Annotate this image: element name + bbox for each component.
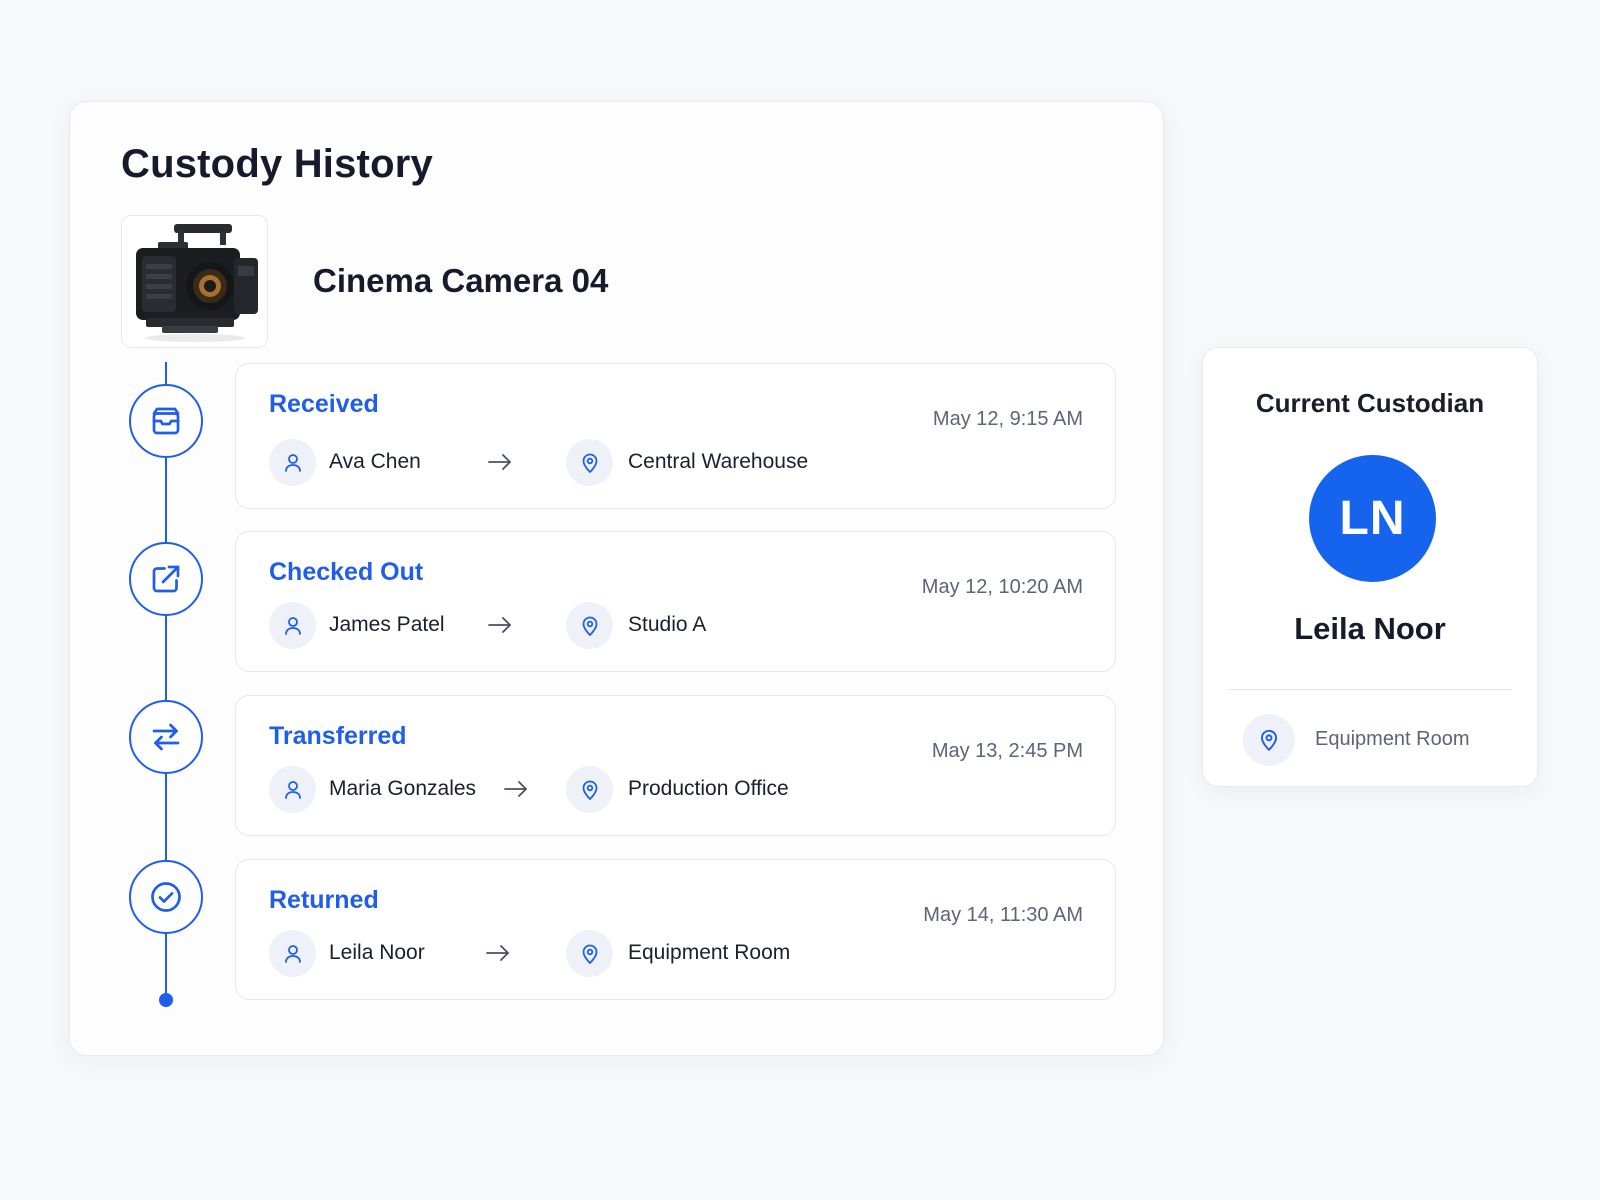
event-timestamp: May 12, 9:15 AM bbox=[932, 408, 1083, 430]
location-pin-icon bbox=[566, 766, 613, 813]
inbox-icon bbox=[152, 407, 180, 435]
location-pin-icon bbox=[566, 930, 613, 977]
person-name: James Patel bbox=[329, 613, 445, 636]
event-transfer-row: Ava Chen Central Warehouse bbox=[269, 439, 1069, 486]
location-name: Equipment Room bbox=[628, 941, 791, 964]
custodian-name: Leila Noor bbox=[1294, 611, 1446, 646]
event-status: Checked Out bbox=[269, 558, 424, 586]
event-card-checked-out[interactable]: Checked Out May 12, 10:20 AM James Patel… bbox=[235, 531, 1116, 672]
event-status: Returned bbox=[269, 886, 379, 914]
timeline-node-checked-out bbox=[129, 542, 203, 616]
arrow-right-icon bbox=[488, 617, 511, 633]
event-card-received[interactable]: Received May 12, 9:15 AM Ava Chen Centra… bbox=[235, 363, 1116, 509]
event-timestamp: May 14, 11:30 AM bbox=[923, 904, 1083, 926]
person-icon bbox=[269, 439, 316, 486]
asset-thumbnail bbox=[121, 215, 268, 348]
page-title: Custody History bbox=[121, 142, 433, 186]
event-transfer-row: James Patel Studio A bbox=[269, 602, 1069, 649]
event-timestamp: May 12, 10:20 AM bbox=[921, 576, 1083, 598]
event-card-returned[interactable]: Returned May 14, 11:30 AM Leila Noor Equ… bbox=[235, 859, 1116, 1000]
timeline-node-transferred bbox=[129, 700, 203, 774]
event-timestamp: May 13, 2:45 PM bbox=[931, 740, 1083, 762]
custodian-heading: Current Custodian bbox=[1255, 388, 1485, 418]
custodian-location: Equipment Room bbox=[1315, 728, 1470, 750]
event-status: Transferred bbox=[269, 722, 407, 750]
person-name: Leila Noor bbox=[329, 941, 425, 964]
timeline-end-dot bbox=[159, 993, 173, 1007]
person-icon bbox=[269, 602, 316, 649]
location-name: Studio A bbox=[628, 613, 707, 636]
divider bbox=[1228, 689, 1512, 690]
location-name: Production Office bbox=[628, 777, 789, 800]
location-name: Central Warehouse bbox=[628, 450, 809, 473]
location-pin-icon bbox=[566, 602, 613, 649]
person-icon bbox=[269, 930, 316, 977]
external-link-icon bbox=[152, 565, 180, 593]
cinema-camera-image bbox=[122, 216, 267, 347]
current-custodian-card: Current Custodian LN Leila Noor Equipmen… bbox=[1202, 347, 1538, 787]
location-pin-icon bbox=[566, 439, 613, 486]
avatar: LN bbox=[1309, 455, 1436, 582]
event-status: Received bbox=[269, 390, 379, 418]
asset-name: Cinema Camera 04 bbox=[313, 262, 609, 299]
person-name: Maria Gonzales bbox=[329, 777, 477, 800]
arrow-right-icon bbox=[488, 454, 511, 470]
person-name: Ava Chen bbox=[329, 450, 421, 473]
event-card-transferred[interactable]: Transferred May 13, 2:45 PM Maria Gonzal… bbox=[235, 695, 1116, 836]
custody-history-card: Custody History Cinema Camera 04 Receive… bbox=[69, 101, 1164, 1056]
arrow-right-icon bbox=[504, 781, 527, 797]
timeline-node-received bbox=[129, 384, 203, 458]
person-icon bbox=[269, 766, 316, 813]
location-pin-icon bbox=[1243, 714, 1295, 766]
timeline-node-returned bbox=[129, 860, 203, 934]
arrow-right-icon bbox=[486, 945, 509, 961]
event-transfer-row: Maria Gonzales Production Office bbox=[269, 766, 1069, 813]
swap-arrows-icon bbox=[152, 723, 180, 751]
event-transfer-row: Leila Noor Equipment Room bbox=[269, 930, 1069, 977]
check-circle-icon bbox=[151, 882, 181, 912]
